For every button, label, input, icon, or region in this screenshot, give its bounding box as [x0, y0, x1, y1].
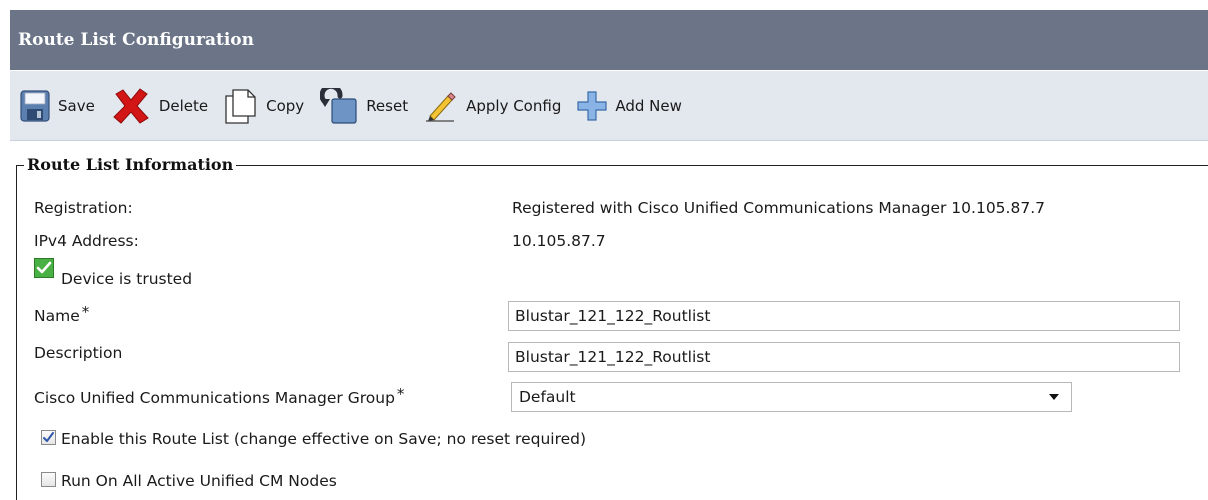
reset-button[interactable]: Reset [320, 86, 424, 126]
add-new-button[interactable]: Add New [577, 86, 698, 126]
cm-group-value: Default [519, 388, 576, 406]
required-marker: * [81, 303, 90, 321]
toolbar: Save Delete Copy Reset Apply Config Add … [10, 71, 1208, 141]
delete-label: Delete [158, 96, 209, 115]
save-button[interactable]: Save [20, 86, 111, 126]
device-trusted-text: Device is trusted [61, 270, 193, 288]
delete-icon [111, 87, 151, 124]
apply-config-button[interactable]: Apply Config [424, 86, 577, 126]
ipv4-label: IPv4 Address: [34, 232, 139, 250]
apply-config-label: Apply Config [466, 96, 562, 115]
section-title: Route List Information [24, 155, 237, 174]
copy-label: Copy [266, 96, 305, 115]
name-input[interactable] [508, 301, 1180, 331]
enable-route-list-label: Enable this Route List (change effective… [61, 430, 587, 448]
run-on-all-nodes-checkbox[interactable] [41, 472, 56, 487]
save-label: Save [58, 96, 95, 115]
chevron-down-icon [1049, 394, 1059, 400]
delete-button[interactable]: Delete [111, 86, 224, 126]
description-label: Description [34, 344, 123, 362]
run-on-all-nodes-label: Run On All Active Unified CM Nodes [61, 472, 337, 490]
add-new-label: Add New [615, 96, 682, 115]
cm-group-label: Cisco Unified Communications Manager Gro… [34, 385, 405, 407]
trusted-check-icon [34, 258, 54, 278]
copy-icon [224, 88, 258, 124]
reset-icon [320, 87, 358, 124]
registration-value: Registered with Cisco Unified Communicat… [512, 199, 1045, 217]
page-title: Route List Configuration [18, 30, 254, 50]
ipv4-value: 10.105.87.7 [512, 232, 606, 250]
checkmark-icon [43, 432, 54, 442]
name-label: Name * [34, 303, 90, 325]
save-icon [20, 89, 50, 122]
title-bar: Route List Configuration [10, 10, 1208, 70]
description-input[interactable] [508, 342, 1180, 372]
pencil-icon [424, 90, 458, 122]
cm-group-select[interactable]: Default [511, 382, 1072, 412]
reset-label: Reset [366, 96, 409, 115]
registration-label: Registration: [34, 199, 133, 217]
add-icon [577, 90, 607, 121]
enable-route-list-checkbox[interactable] [41, 430, 56, 445]
required-marker: * [396, 385, 405, 403]
copy-button[interactable]: Copy [224, 86, 320, 126]
